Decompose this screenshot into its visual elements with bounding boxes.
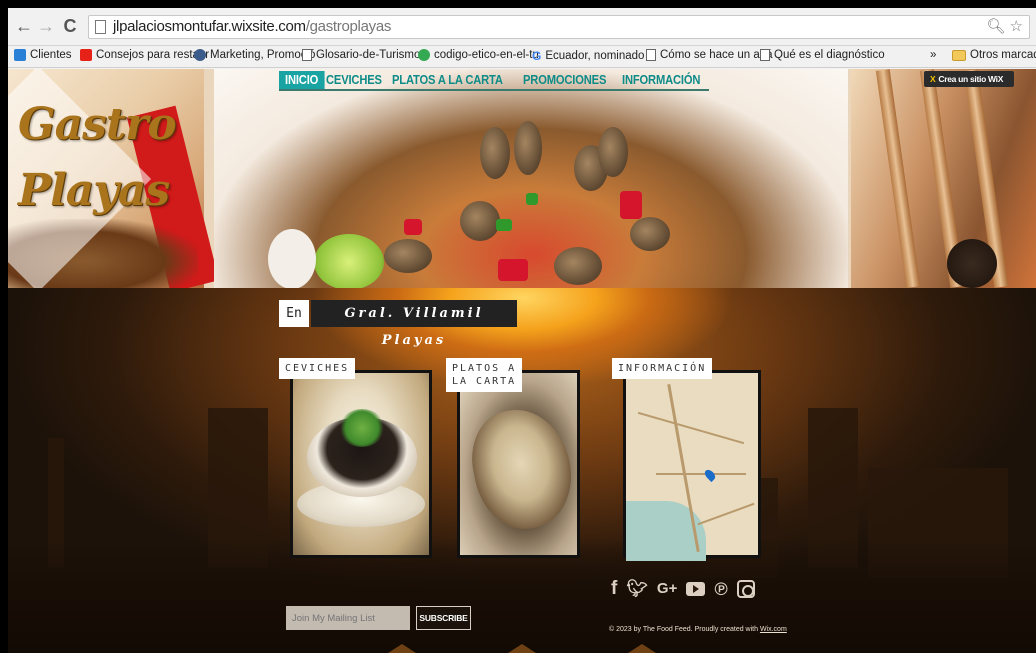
nav-promociones[interactable]: PROMOCIONES xyxy=(517,71,612,89)
back-icon[interactable]: ← xyxy=(14,16,34,36)
card-platos-a-la-carta[interactable]: PLATOS A LA CARTA xyxy=(446,358,582,558)
circle-icon xyxy=(418,49,430,61)
logo-playas[interactable]: Playas xyxy=(18,165,170,216)
page-icon xyxy=(302,49,312,61)
card-label-platos: PLATOS A LA CARTA xyxy=(446,358,523,392)
card-label-informacion: INFORMACIÓN xyxy=(612,358,713,379)
language-label[interactable]: En xyxy=(279,300,309,327)
youtube-icon xyxy=(80,49,92,61)
twitter-icon[interactable]: 🐦︎ xyxy=(626,578,648,600)
youtube-icon[interactable] xyxy=(686,582,706,596)
bookmark-item[interactable]: Glosario-de-Turismo- xyxy=(302,49,424,61)
bookmark-item[interactable]: Marketing, Promoció xyxy=(194,49,315,61)
bookmark-item[interactable]: Consejos para restaur xyxy=(80,49,209,61)
hero-right-image xyxy=(851,69,1036,288)
forward-icon[interactable]: → xyxy=(36,16,56,36)
nav-informacion[interactable]: INFORMACIÓN xyxy=(616,71,706,89)
other-bookmarks[interactable]: Otros marcado xyxy=(952,49,1036,61)
bookmark-item[interactable]: codigo-etico-en-el-tu xyxy=(418,49,539,61)
pinterest-icon[interactable]: ℗ xyxy=(714,578,727,600)
bookmark-item[interactable]: Qué es el diagnóstico xyxy=(760,49,885,61)
card-ceviches[interactable]: CEVICHES xyxy=(279,358,432,558)
sunset-section: En Gral. Villamil Playas CEVICHES PLATOS… xyxy=(8,288,1036,653)
social-links: f 🐦︎ G+ ℗ xyxy=(611,578,755,600)
page-icon xyxy=(95,20,106,34)
wix-banner[interactable]: X Crea un sitio WiX xyxy=(924,71,1014,87)
logo-gastro[interactable]: Gastro xyxy=(18,99,177,150)
location-label: Gral. Villamil Playas xyxy=(311,300,517,348)
hero-left-image: Gastro Playas xyxy=(8,69,220,288)
instagram-icon[interactable] xyxy=(736,580,755,598)
google-g-icon: G xyxy=(532,49,542,63)
browser-window: ← → C jlpalaciosmontufar.wixsite.com/gas… xyxy=(8,8,1036,653)
bookmarks-more[interactable]: » xyxy=(930,49,936,61)
hero-food-image xyxy=(214,69,848,288)
hero-banner: Gastro Playas INICIO CEVICHES PLATOS A L… xyxy=(8,69,1036,288)
bookmarks-bar: Clientes Consejos para restaur Marketing… xyxy=(8,46,1036,68)
wix-link[interactable]: Wix.com xyxy=(760,626,787,633)
bookmark-item[interactable]: Cómo se hace un aná xyxy=(646,49,773,61)
card-informacion[interactable]: INFORMACIÓN xyxy=(612,358,761,561)
card-label-ceviches: CEVICHES xyxy=(279,358,356,379)
url-bar[interactable]: jlpalaciosmontufar.wixsite.com/gastropla… xyxy=(88,15,1030,39)
website: Gastro Playas INICIO CEVICHES PLATOS A L… xyxy=(8,69,1036,653)
reload-icon[interactable]: C xyxy=(60,16,80,36)
address-bar-area: ← → C jlpalaciosmontufar.wixsite.com/gas… xyxy=(8,8,1036,46)
bookmark-item[interactable]: G Ecuador, nominado a xyxy=(532,49,654,63)
bookmark-item[interactable]: Clientes xyxy=(14,49,72,61)
nav-inicio[interactable]: INICIO xyxy=(279,71,325,89)
facebook-icon[interactable]: f xyxy=(611,578,617,600)
nav-ceviches[interactable]: CEVICHES xyxy=(320,71,388,89)
nav-platos-a-la-carta[interactable]: PLATOS A LA CARTA xyxy=(386,71,509,89)
google-plus-icon[interactable]: G+ xyxy=(657,578,677,600)
folder-icon xyxy=(952,49,966,61)
globe-icon xyxy=(194,49,206,61)
copyright-text: © 2023 by The Food Feed. Proudly created… xyxy=(609,626,787,633)
site-nav: INICIO CEVICHES PLATOS A LA CARTA PROMOC… xyxy=(279,71,709,91)
page-icon xyxy=(760,49,770,61)
map-pin-icon xyxy=(702,467,718,483)
page-icon xyxy=(646,49,656,61)
mailing-list-input[interactable] xyxy=(286,606,410,630)
zoom-star-icons[interactable]: 🔍︎ ☆ xyxy=(986,17,1023,35)
url-text[interactable]: jlpalaciosmontufar.wixsite.com/gastropla… xyxy=(113,18,391,35)
wix-x-icon: X xyxy=(930,74,936,84)
subscribe-button[interactable]: SUBSCRIBE xyxy=(416,606,471,630)
m-logo-icon xyxy=(14,49,26,61)
